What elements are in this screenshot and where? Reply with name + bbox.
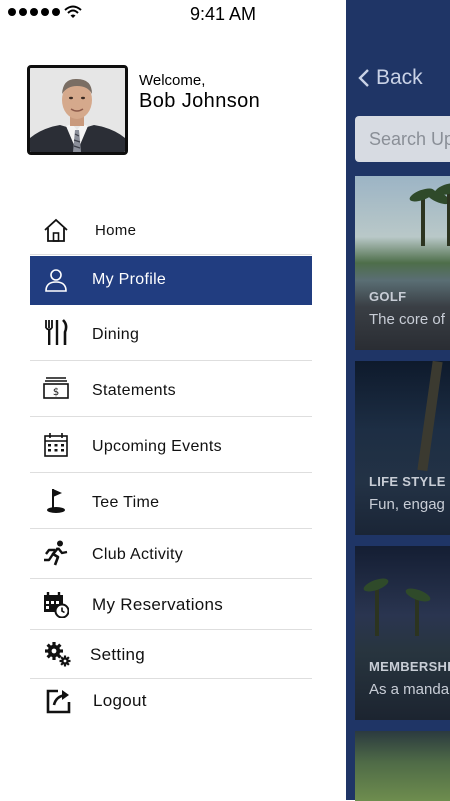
wifi-icon — [64, 5, 82, 18]
menu-item-logout[interactable]: Logout — [30, 679, 312, 725]
avatar[interactable] — [27, 65, 128, 155]
golf-flag-icon — [47, 489, 65, 513]
back-label: Back — [376, 66, 423, 89]
logout-icon — [46, 689, 71, 714]
card-description: As a manda — [369, 681, 450, 698]
user-name: Bob Johnson — [139, 90, 261, 112]
card-description: Fun, engag — [369, 496, 445, 513]
dining-icon — [45, 319, 68, 345]
menu-item-my-profile[interactable]: My Profile — [30, 256, 312, 305]
menu-item-tee-time[interactable]: Tee Time — [30, 473, 312, 529]
navigation-drawer: 9:41 AM Welcome, Bob Johnson Home My Pro… — [0, 0, 346, 800]
menu-item-upcoming-events[interactable]: Upcoming Events — [30, 417, 312, 473]
back-button[interactable]: Back — [358, 66, 423, 90]
chevron-left-icon — [358, 69, 369, 87]
home-icon — [44, 218, 68, 242]
menu-item-label: My Reservations — [92, 595, 224, 614]
menu-item-label: Logout — [93, 691, 147, 710]
calendar-icon — [44, 433, 68, 457]
card-image — [355, 731, 450, 801]
menu-item-label: My Profile — [92, 271, 167, 288]
card-description: The core of — [369, 311, 445, 328]
menu-item-label: Upcoming Events — [92, 438, 222, 455]
menu-item-dining[interactable]: Dining — [30, 305, 312, 361]
status-time: 9:41 AM — [190, 4, 257, 24]
menu-item-label: Dining — [92, 326, 140, 343]
card-category: LIFE STYLE — [369, 474, 446, 489]
profile-photo — [30, 68, 125, 152]
statement-icon: $ — [43, 377, 69, 399]
running-icon — [44, 540, 68, 566]
svg-text:$: $ — [53, 387, 59, 398]
card-category: MEMBERSHI — [369, 659, 450, 674]
category-card-golf[interactable]: GOLF The core of — [355, 176, 450, 350]
search-input[interactable]: Search Up — [355, 116, 450, 162]
category-card[interactable] — [355, 731, 450, 801]
menu-item-label: Statements — [92, 382, 176, 399]
reservation-calendar-icon — [44, 592, 69, 618]
menu-item-club-activity[interactable]: Club Activity — [30, 529, 312, 579]
category-card-membership[interactable]: MEMBERSHI As a manda — [355, 546, 450, 720]
status-bar: 9:41 AM — [0, 0, 346, 28]
menu-item-home[interactable]: Home — [30, 205, 312, 255]
menu-item-my-reservations[interactable]: My Reservations — [30, 579, 312, 630]
menu-item-setting[interactable]: Setting — [30, 630, 312, 679]
welcome-text: Welcome, — [139, 72, 206, 89]
menu-item-label: Tee Time — [92, 494, 160, 511]
menu-item-statements[interactable]: $ Statements — [30, 361, 312, 417]
menu-item-label: Setting — [90, 645, 146, 664]
category-card-lifestyle[interactable]: LIFE STYLE Fun, engag — [355, 361, 450, 535]
menu-item-label: Home — [95, 222, 137, 239]
card-category: GOLF — [369, 289, 407, 304]
signal-icon — [8, 8, 60, 16]
menu-item-label: Club Activity — [92, 546, 184, 563]
user-icon — [45, 269, 67, 292]
gears-icon — [45, 642, 71, 667]
